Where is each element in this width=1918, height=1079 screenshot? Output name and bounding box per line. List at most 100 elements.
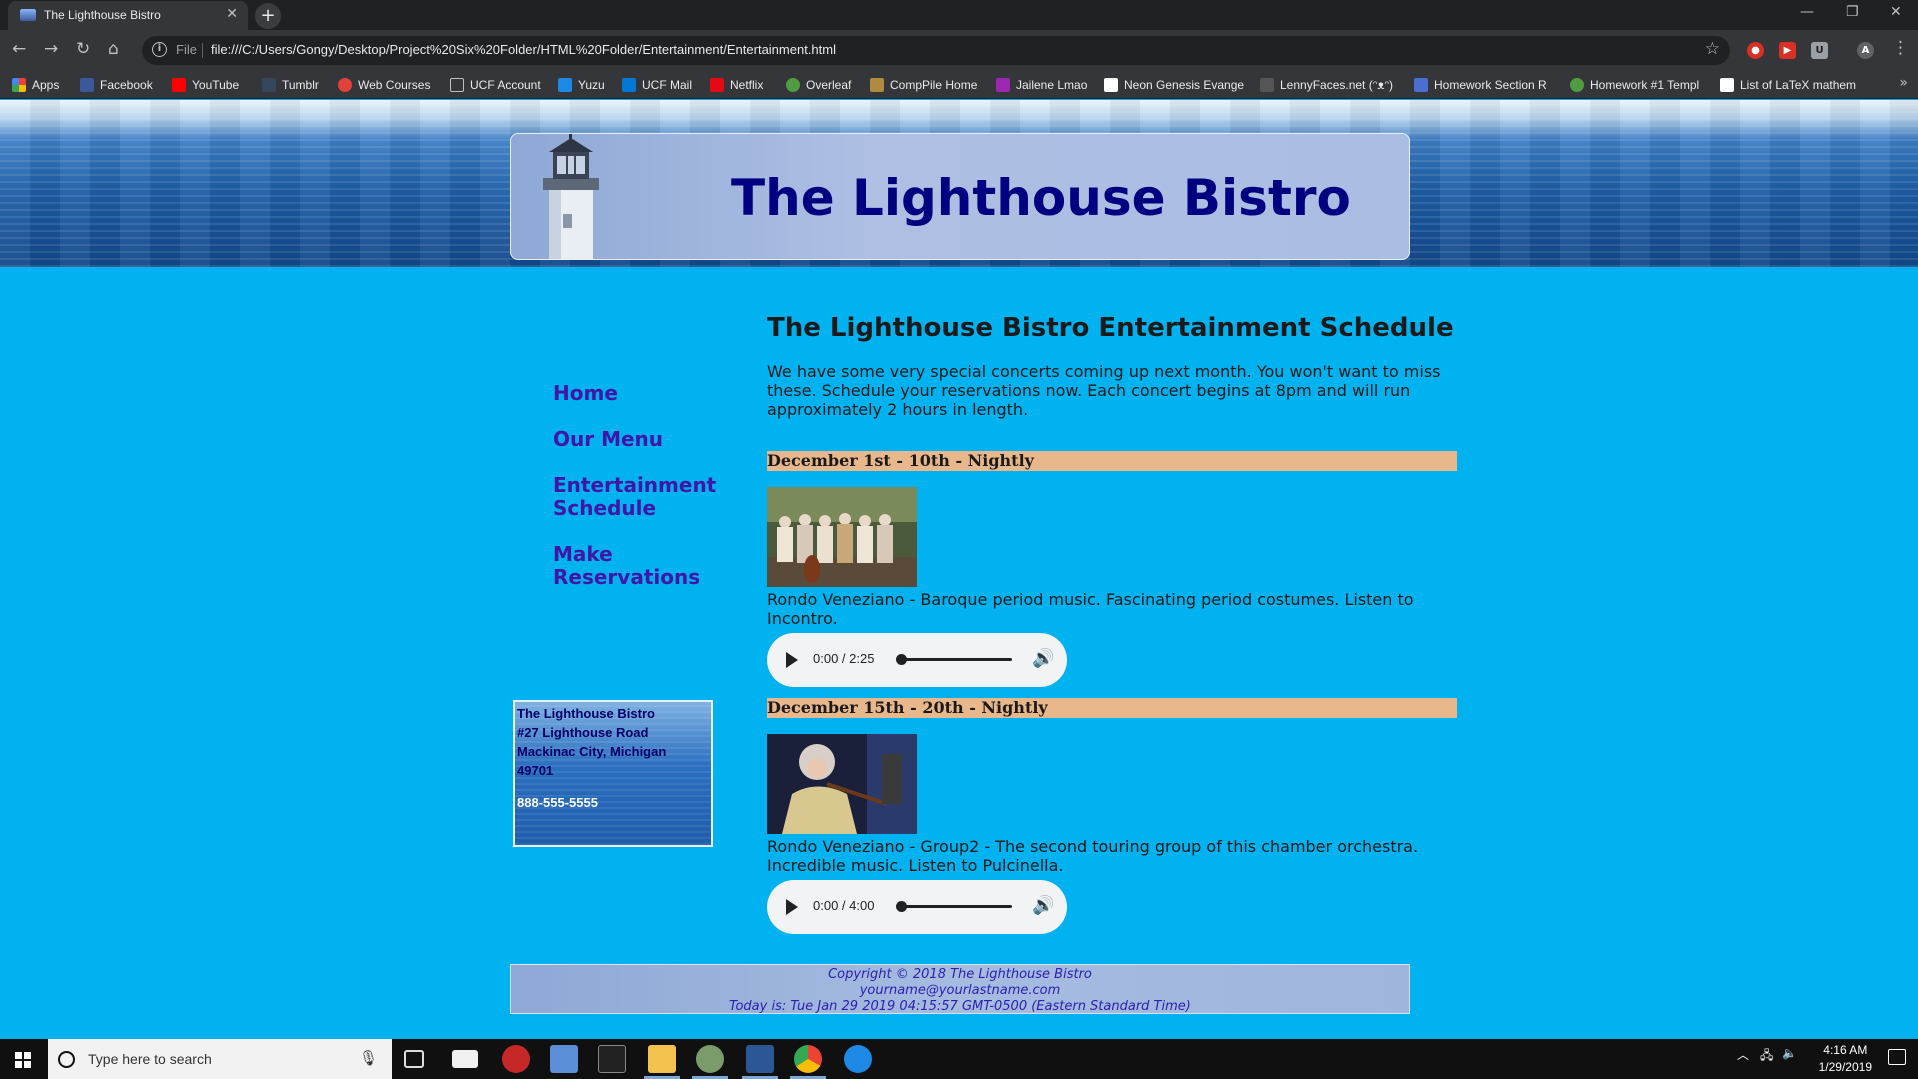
address-bar[interactable]: i File file:///C:/Users/Gongy/Desktop/Pr… bbox=[142, 36, 1730, 65]
play-icon[interactable] bbox=[786, 652, 798, 668]
wikipedia-icon bbox=[1104, 78, 1118, 92]
bookmark-icon bbox=[996, 78, 1010, 92]
event-2-heading: December 15th - 20th - Nightly bbox=[767, 698, 1457, 718]
word-icon[interactable] bbox=[746, 1045, 774, 1073]
bookmark-web-courses[interactable]: Web Courses bbox=[338, 78, 430, 92]
terminal-icon[interactable] bbox=[598, 1045, 626, 1073]
extension-icon[interactable]: ▶ bbox=[1779, 42, 1796, 59]
ublock-extension-icon[interactable]: U bbox=[1811, 42, 1828, 59]
nav-reservations-link[interactable]: Make Reservations bbox=[553, 543, 723, 589]
event-1-heading: December 1st - 10th - Nightly bbox=[767, 451, 1457, 471]
notification-icon[interactable] bbox=[1888, 1049, 1906, 1065]
close-window-icon[interactable]: ✕ bbox=[1890, 4, 1902, 20]
remote-desktop-icon[interactable] bbox=[550, 1045, 578, 1073]
comppile-icon bbox=[870, 78, 884, 92]
bookmark-ucf-account[interactable]: UCF Account bbox=[450, 78, 541, 92]
seek-bar[interactable] bbox=[902, 658, 1012, 661]
city-state: Mackinac City, Michigan bbox=[517, 744, 667, 759]
canvas-icon bbox=[338, 78, 352, 92]
event-2-audio-player[interactable]: 0:00 / 4:00 🔊 bbox=[767, 880, 1067, 934]
app-icon[interactable] bbox=[696, 1045, 724, 1073]
back-icon[interactable]: ← bbox=[12, 39, 26, 59]
event-1-description: Rondo Veneziano - Baroque period music. … bbox=[767, 590, 1414, 628]
main-nav: Home Our Menu Entertainment Schedule Mak… bbox=[553, 382, 733, 612]
bookmark-youtube[interactable]: YouTube bbox=[172, 78, 239, 92]
adblock-extension-icon[interactable]: ● bbox=[1747, 42, 1764, 59]
bookmark-latex-list[interactable]: List of LaTeX mathem bbox=[1720, 78, 1856, 92]
windows-start-icon[interactable] bbox=[15, 1052, 31, 1068]
nav-entertainment-link[interactable]: Entertainment Schedule bbox=[553, 474, 723, 520]
bookmark-star-icon[interactable]: ☆ bbox=[1705, 39, 1720, 59]
search-placeholder: Type here to search bbox=[88, 1051, 212, 1067]
nav-home-link[interactable]: Home bbox=[553, 382, 733, 405]
volume-icon[interactable]: 🔊 bbox=[1032, 895, 1054, 916]
bookmark-tumblr[interactable]: Tumblr bbox=[262, 78, 319, 92]
contact-email[interactable]: yourname@yourlastname.com bbox=[511, 983, 1409, 999]
zip-code: 49701 bbox=[517, 763, 554, 778]
task-view-icon[interactable] bbox=[404, 1050, 424, 1068]
browser-tab[interactable]: The Lighthouse Bistro ✕ bbox=[8, 1, 248, 30]
restore-icon[interactable]: ❐ bbox=[1846, 4, 1859, 20]
reload-icon[interactable]: ↻ bbox=[76, 39, 90, 59]
profile-avatar[interactable]: A bbox=[1857, 42, 1874, 59]
system-clock[interactable]: 4:16 AM 1/29/2019 bbox=[1819, 1042, 1872, 1076]
apps-grid-icon bbox=[12, 78, 26, 92]
chevron-more-icon[interactable]: » bbox=[1899, 75, 1908, 91]
volume-tray-icon[interactable]: 🔈 bbox=[1782, 1046, 1797, 1060]
microphone-icon[interactable]: 🎙 bbox=[359, 1049, 378, 1067]
street-address: #27 Lighthouse Road bbox=[517, 725, 649, 740]
file-explorer-icon[interactable] bbox=[648, 1045, 676, 1073]
chrome-icon[interactable] bbox=[794, 1045, 822, 1073]
forward-icon[interactable]: → bbox=[44, 39, 58, 59]
bookmark-apps[interactable]: Apps bbox=[12, 78, 59, 92]
url-scheme-label: File bbox=[176, 42, 197, 57]
info-icon[interactable]: i bbox=[152, 42, 167, 57]
play-icon[interactable] bbox=[786, 899, 798, 915]
docs-icon bbox=[1414, 78, 1428, 92]
youtube-icon bbox=[172, 78, 186, 92]
tray-chevron-icon[interactable]: ︿ bbox=[1737, 1046, 1749, 1063]
bookmark-homework-template[interactable]: Homework #1 Templ bbox=[1570, 78, 1699, 92]
bookmark-netflix[interactable]: Netflix bbox=[710, 78, 763, 92]
copyright-text: Copyright © 2018 The Lighthouse Bistro bbox=[828, 967, 1092, 982]
bookmark-ucf-mail[interactable]: UCF Mail bbox=[622, 78, 692, 92]
bookmark-comppile[interactable]: CompPile Home bbox=[870, 78, 977, 92]
bookmark-yuzu[interactable]: Yuzu bbox=[558, 78, 605, 92]
event-1-audio-player[interactable]: 0:00 / 2:25 🔊 bbox=[767, 633, 1067, 687]
bookmark-facebook[interactable]: Facebook bbox=[80, 78, 153, 92]
minimize-icon[interactable]: — bbox=[1800, 4, 1814, 20]
clock-time: 4:16 AM bbox=[1823, 1043, 1868, 1057]
address-card: The Lighthouse Bistro #27 Lighthouse Roa… bbox=[513, 700, 713, 847]
bookmark-lennyfaces[interactable]: LennyFaces.net (ᵔᴥᵔ) bbox=[1260, 78, 1393, 92]
seek-handle[interactable] bbox=[896, 901, 907, 912]
new-tab-button[interactable]: + bbox=[255, 3, 281, 29]
taskbar-search[interactable]: Type here to search 🎙 bbox=[48, 1039, 392, 1079]
edge-icon[interactable] bbox=[844, 1045, 872, 1073]
business-name: The Lighthouse Bistro bbox=[517, 706, 655, 721]
nav-menu-link[interactable]: Our Menu bbox=[553, 428, 733, 451]
tumblr-icon bbox=[262, 78, 276, 92]
network-icon[interactable]: 🖧 bbox=[1760, 1046, 1773, 1067]
lighthouse-logo bbox=[543, 134, 599, 259]
close-tab-icon[interactable]: ✕ bbox=[226, 6, 238, 22]
mail-icon[interactable] bbox=[452, 1050, 478, 1068]
app-lightning-icon[interactable] bbox=[502, 1045, 530, 1073]
bookmark-neon-genesis[interactable]: Neon Genesis Evange bbox=[1104, 78, 1244, 92]
windows-taskbar: Type here to search 🎙 ︿ 🖧 🔈 4:16 AM 1/29… bbox=[0, 1039, 1918, 1079]
bookmark-homework-section[interactable]: Homework Section R bbox=[1414, 78, 1547, 92]
bookmark-jailene[interactable]: Jailene Lmao bbox=[996, 78, 1087, 92]
menu-kebab-icon[interactable]: ⋮ bbox=[1892, 38, 1909, 58]
seek-handle[interactable] bbox=[896, 654, 907, 665]
main-content: The Lighthouse Bistro Entertainment Sche… bbox=[767, 313, 1457, 934]
cortana-icon bbox=[58, 1051, 75, 1068]
overleaf-icon bbox=[786, 78, 800, 92]
event-2-description: Rondo Veneziano - Group2 - The second to… bbox=[767, 837, 1419, 875]
seek-bar[interactable] bbox=[902, 905, 1012, 908]
bookmark-overleaf[interactable]: Overleaf bbox=[786, 78, 851, 92]
home-icon[interactable]: ⌂ bbox=[108, 39, 119, 59]
volume-icon[interactable]: 🔊 bbox=[1032, 648, 1054, 669]
bookmarks-bar: Apps Facebook YouTube Tumblr Web Courses… bbox=[0, 71, 1918, 99]
url-text[interactable]: file:///C:/Users/Gongy/Desktop/Project%2… bbox=[211, 42, 836, 57]
phone-number: 888-555-5555 bbox=[517, 795, 598, 810]
audio-time: 0:00 / 2:25 bbox=[813, 651, 875, 666]
